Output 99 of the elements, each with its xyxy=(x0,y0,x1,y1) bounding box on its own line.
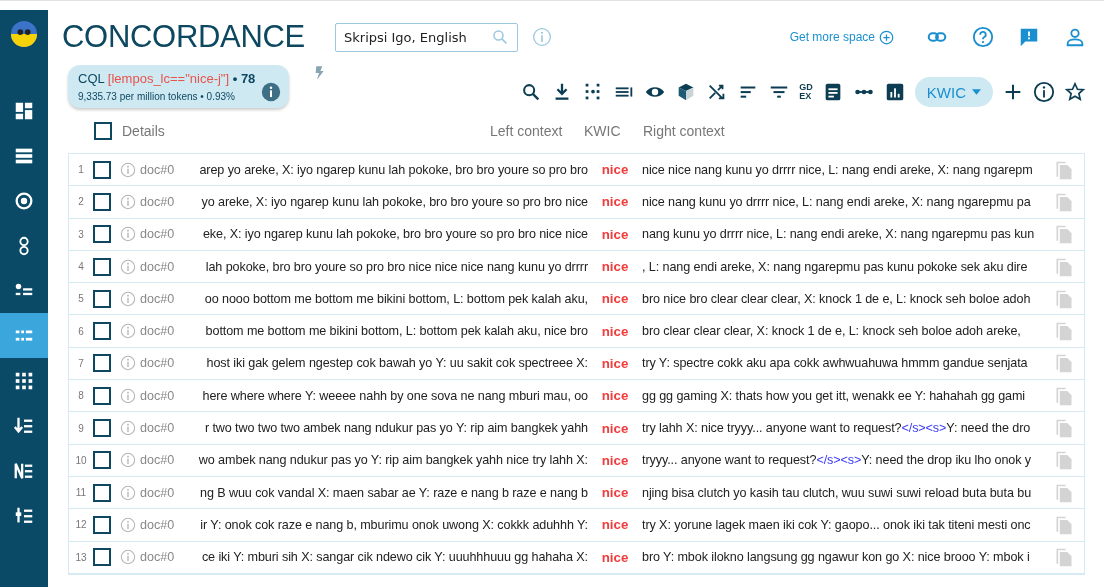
document-id[interactable]: doc#0 xyxy=(140,517,178,532)
keyword[interactable]: nice xyxy=(588,452,642,468)
row-number: 4 xyxy=(77,261,85,273)
feedback-icon[interactable] xyxy=(1018,26,1040,48)
right-context: nice nang kunu yo drrrr nice, L: nang endi areke, X: nang ngarepmu pa xyxy=(642,194,1032,209)
row-checkbox[interactable] xyxy=(93,419,111,437)
document-id[interactable]: doc#0 xyxy=(140,421,178,435)
help-icon[interactable] xyxy=(972,26,994,48)
row-checkbox[interactable] xyxy=(93,483,111,502)
left-context: wo ambek nang ndukur pas yo Y: rip aim bangkek yahh nice try lahh X: xyxy=(197,453,588,468)
right-context: bro nice bro clear clear clear, X: knock 1 de e, L: knock seh boloe adoh xyxy=(642,291,1032,306)
document-id[interactable]: doc#0 xyxy=(140,291,178,306)
document-id[interactable]: doc#0 xyxy=(140,453,178,468)
view-mode-dropdown[interactable]: KWIC xyxy=(914,77,993,107)
document-id[interactable]: doc#0 xyxy=(140,485,178,500)
corpus-field[interactable]: Skripsi Igo, English xyxy=(335,22,518,52)
gdex-button[interactable]: GD EX xyxy=(799,83,813,101)
document-id[interactable]: doc#0 xyxy=(140,227,178,242)
left-context: yo areke, X: iyo ngarep kunu lah pokoke, bro bro youre so pro bro nice xyxy=(200,194,588,209)
document-id[interactable]: doc#0 xyxy=(140,259,178,274)
left-context: bottom me bottom me bikini bottom, L: bottom pek kalah aku, nice bro xyxy=(204,324,588,339)
right-context: nice nice nang kunu yo drrrr nice, L: nang endi areke, X: nang ngarepm xyxy=(642,162,1034,177)
right-context: , L: nang endi areke, X: nang ngarepmu pas kunu pokoke sek aku dire xyxy=(642,259,1029,274)
row-number: 12 xyxy=(74,519,88,531)
row-number: 13 xyxy=(74,551,88,563)
info-icon[interactable] xyxy=(261,82,282,102)
row-checkbox[interactable] xyxy=(93,386,111,405)
document-id[interactable]: doc#0 xyxy=(140,324,178,339)
right-context: njing bisa clutch yo kasih tau clutch, wuu suwi suwi reload buta buta bu xyxy=(642,485,1033,500)
keyword[interactable]: nice xyxy=(588,388,642,404)
row-checkbox[interactable] xyxy=(93,289,111,308)
left-context: lah pokoke, bro bro youre so pro bro nice nice nice nang kunu yo drrrr xyxy=(204,259,588,274)
row-checkbox[interactable] xyxy=(93,322,111,341)
query-line: CQL [lempos_lc=="nice-j"] • 78 xyxy=(78,71,256,86)
left-context: r two two two two ambek nang ndukur pas yo Y: rip aim bangkek yahh xyxy=(203,421,588,435)
plus-circle-icon xyxy=(879,29,894,45)
keyword[interactable]: nice xyxy=(588,226,642,242)
left-context: ce iki Y: mburi sih X: sangar cik ndewo cik Y: uuuhhhuuu gg hahaha X: xyxy=(200,550,588,565)
right-context: tryyy... anyone want to request?</s><s>Y: need the drop iku lho onok y xyxy=(642,453,1033,468)
row-checkbox[interactable] xyxy=(93,160,111,179)
document-id[interactable]: doc#0 xyxy=(140,550,178,565)
row-checkbox[interactable] xyxy=(93,225,111,244)
keyword[interactable]: nice xyxy=(588,291,642,307)
left-context: ir Y: onok cok raze e nang b, mburimu onok uwong X: cokkk aduhhh Y: xyxy=(199,517,588,532)
row-number: 11 xyxy=(74,487,88,499)
keyword[interactable]: nice xyxy=(588,162,642,178)
left-context: arep yo areke, X: iyo ngarep kunu lah pokoke, bro bro youre so pro bro xyxy=(198,162,588,177)
keyword[interactable]: nice xyxy=(588,194,642,210)
page-title: CONCORDANCE xyxy=(62,19,305,55)
user-icon[interactable] xyxy=(1064,26,1086,48)
row-checkbox[interactable] xyxy=(93,515,111,534)
left-context: ng B wuu cok vandal X: maen sabar ae Y: raze e nang b raze e nang b xyxy=(199,485,588,500)
frequency-text: 9,335.73 per million tokens • 0.93% xyxy=(78,91,236,102)
column-header: Right context xyxy=(643,123,725,139)
left-context: oo nooo bottom me bottom me bikini bottom, L: bottom pek kalah aku, xyxy=(203,291,588,306)
document-id[interactable]: doc#0 xyxy=(140,162,178,177)
keyword[interactable]: nice xyxy=(588,485,642,501)
right-context: gg gg gaming X: thats how you get itt, wenakk ee Y: hahahah gg gami xyxy=(642,388,1027,403)
document-id[interactable]: doc#0 xyxy=(140,194,178,209)
left-context: here where where Y: weeee nahh by one sova ne nang mburi mau, oo xyxy=(201,388,588,403)
logo-icon[interactable] xyxy=(10,20,38,48)
right-context: try Y: spectre cokk aku apa cokk awhwuahuwa hmmm gandue senjata xyxy=(642,356,1029,371)
left-context: eke, X: iyo ngarep kunu lah pokoke, bro bro youre so pro bro nice nice xyxy=(201,227,588,242)
keyword[interactable]: nice xyxy=(588,420,642,436)
right-context: try lahh X: nice tryyy... anyone want to request?</s><s>Y: need the dro xyxy=(642,421,1032,435)
row-number: 5 xyxy=(77,293,85,305)
right-context: bro clear clear clear, X: knock 1 de e, L: knock seh boloe adoh areke, xyxy=(642,324,1022,339)
keyword[interactable]: nice xyxy=(588,517,642,533)
select-all-checkbox[interactable] xyxy=(94,122,112,140)
caret-icon xyxy=(972,89,981,95)
row-number: 1 xyxy=(77,164,85,176)
left-context: host iki gak gelem ngestep cok bawah yo Y: uu sakit cok spectreee X: xyxy=(205,356,588,371)
row-checkbox[interactable] xyxy=(93,192,111,211)
right-context: nang kunu yo drrrr nice, L: nang endi areke, X: nang ngarepmu pas kun xyxy=(642,227,1036,242)
document-id[interactable]: doc#0 xyxy=(140,388,178,403)
keyword[interactable]: nice xyxy=(588,259,642,275)
row-number: 9 xyxy=(77,422,85,434)
get-more-space-link[interactable]: Get more space xyxy=(789,29,894,45)
column-header: Left context xyxy=(490,123,564,139)
column-header: KWIC xyxy=(584,123,622,139)
star-icon[interactable] xyxy=(1064,81,1086,103)
row-checkbox[interactable] xyxy=(93,451,111,470)
info-icon[interactable] xyxy=(1033,81,1055,103)
keyword[interactable]: nice xyxy=(588,549,642,565)
row-number: 2 xyxy=(77,196,85,208)
row-checkbox[interactable] xyxy=(93,354,111,373)
right-context: bro Y: mbok ilokno langsung gg ngawur kon go X: nice brooo Y: mbok i xyxy=(642,550,1031,565)
row-checkbox[interactable] xyxy=(93,257,111,276)
document-id[interactable]: doc#0 xyxy=(140,356,178,371)
row-number: 3 xyxy=(77,228,85,240)
row-number: 6 xyxy=(77,325,85,337)
keyword[interactable]: nice xyxy=(588,355,642,371)
row-number: 8 xyxy=(77,390,85,402)
column-header: Details xyxy=(122,123,166,139)
right-context: try X: yorune lagek maen iki cok Y: gaopo... onok iki tak titeni mesti onc xyxy=(642,517,1032,532)
keyword[interactable]: nice xyxy=(588,323,642,339)
row-number: 7 xyxy=(77,357,85,369)
row-number: 10 xyxy=(74,454,88,466)
row-checkbox[interactable] xyxy=(93,548,111,567)
